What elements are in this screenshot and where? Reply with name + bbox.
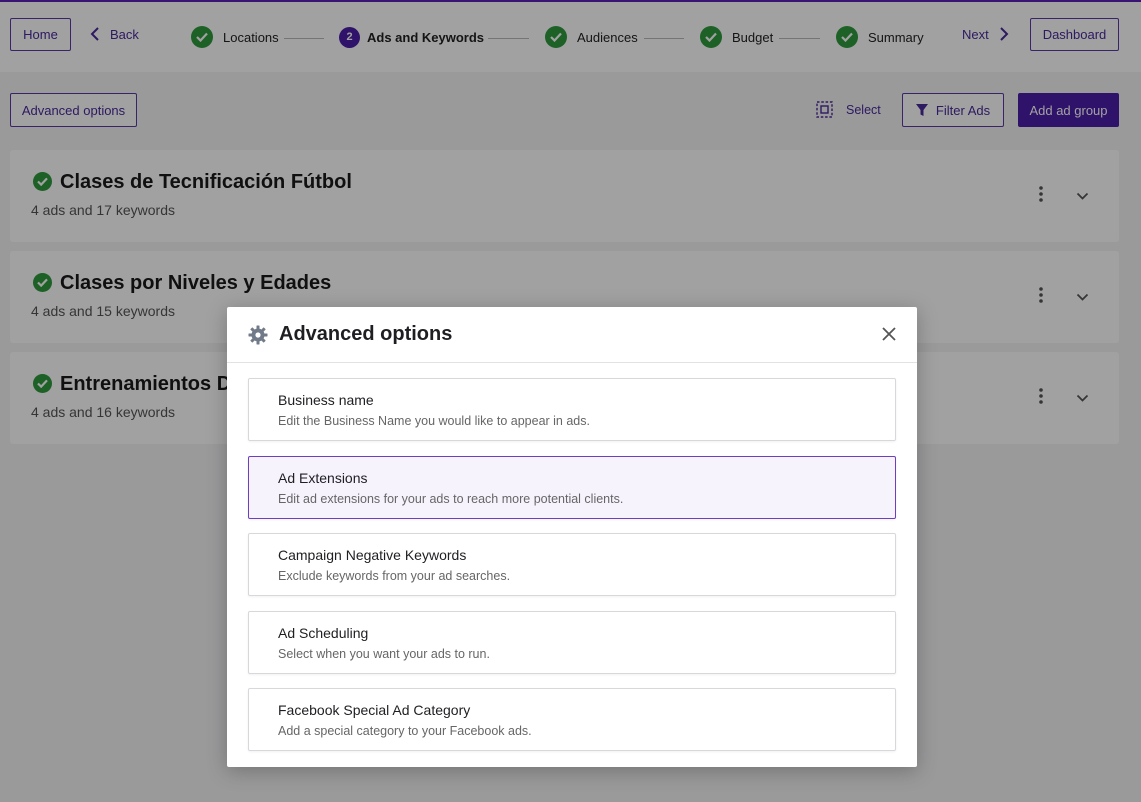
option-description: Edit the Business Name you would like to… [278, 414, 590, 428]
option-facebook-special-ad-category[interactable]: Facebook Special Ad Category Add a speci… [248, 688, 896, 751]
option-title: Facebook Special Ad Category [278, 702, 471, 718]
option-description: Add a special category to your Facebook … [278, 724, 532, 738]
option-campaign-negative-keywords[interactable]: Campaign Negative Keywords Exclude keywo… [248, 533, 896, 596]
option-description: Select when you want your ads to run. [278, 647, 490, 661]
option-ad-extensions[interactable]: Ad Extensions Edit ad extensions for you… [248, 456, 896, 519]
option-description: Exclude keywords from your ad searches. [278, 569, 511, 583]
option-title: Business name [278, 392, 374, 408]
modal-title: Advanced options [279, 323, 453, 345]
option-title: Campaign Negative Keywords [278, 547, 467, 563]
close-icon[interactable] [881, 326, 897, 347]
gear-icon [248, 325, 268, 350]
option-ad-scheduling[interactable]: Ad Scheduling Select when you want your … [248, 611, 896, 674]
option-business-name[interactable]: Business name Edit the Business Name you… [248, 378, 896, 441]
modal-header: Advanced options [227, 307, 917, 363]
option-title: Ad Extensions [278, 470, 368, 486]
option-title: Ad Scheduling [278, 625, 369, 641]
advanced-options-modal: Advanced options Business name Edit the … [227, 307, 917, 767]
option-description: Edit ad extensions for your ads to reach… [278, 492, 624, 506]
